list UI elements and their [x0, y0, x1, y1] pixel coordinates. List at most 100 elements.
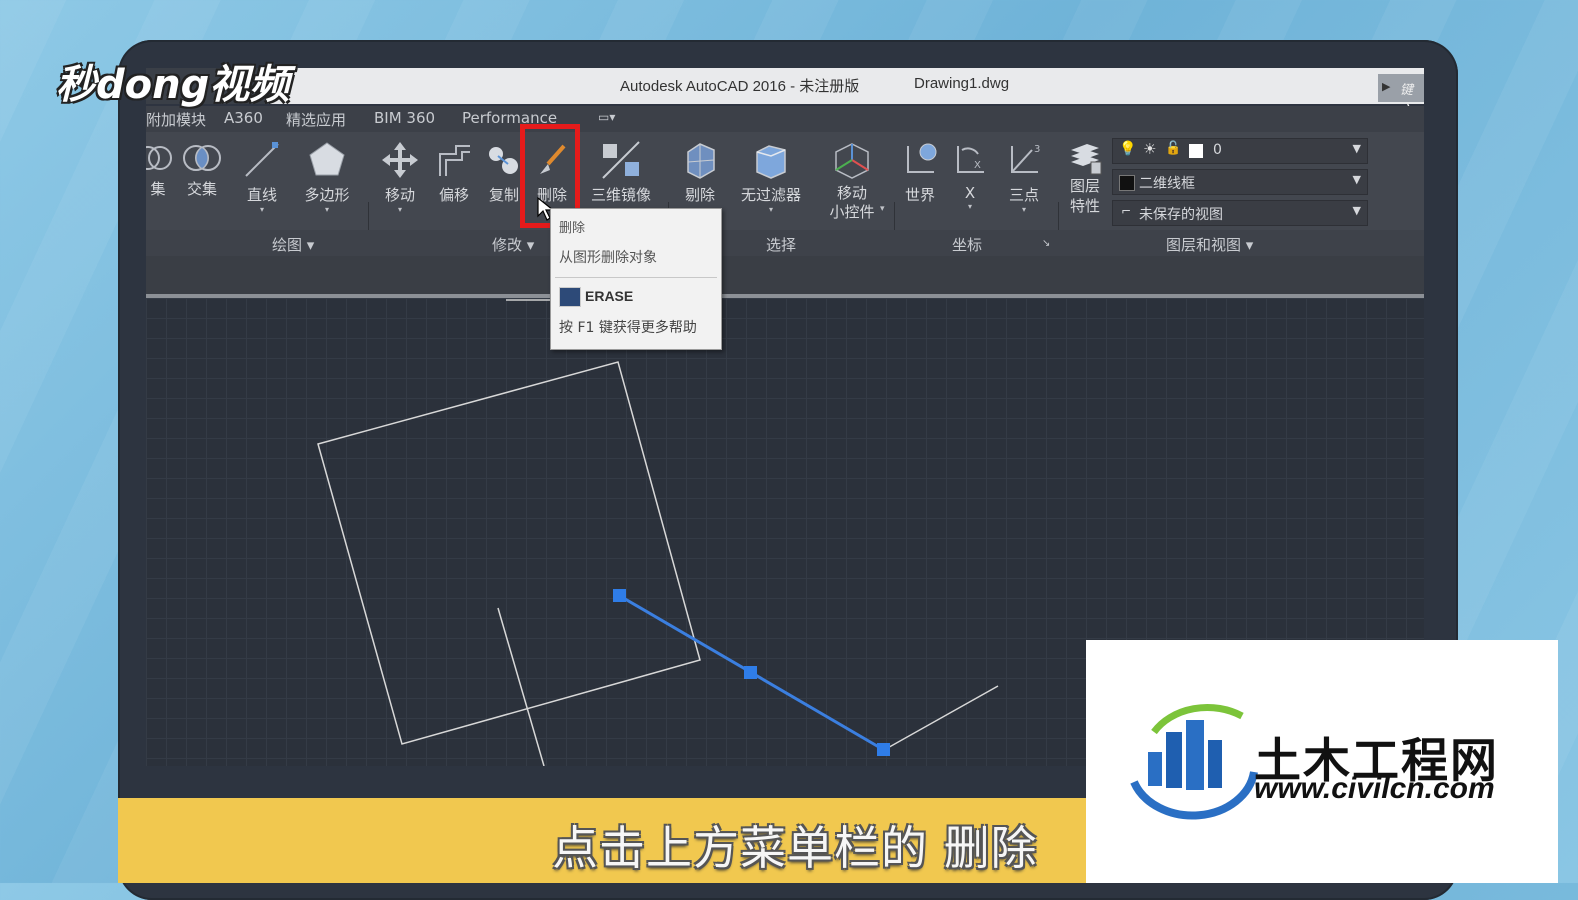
file-tab-strip: [146, 256, 1424, 294]
search-box[interactable]: ▶ 键入: [1378, 74, 1424, 117]
view-dropdown-arrow-icon[interactable]: ▼: [1353, 204, 1361, 217]
offset-button[interactable]: 偏移: [432, 140, 476, 205]
svg-text:X: X: [974, 160, 981, 171]
tab-overflow-dropdown-icon[interactable]: ▭▾: [598, 110, 615, 124]
line-dropdown-icon[interactable]: ▾: [240, 205, 284, 215]
move-dropdown-icon[interactable]: ▾: [378, 205, 422, 215]
layer-props-label-line1: 图层: [1069, 177, 1100, 195]
command-line-icon: [559, 287, 581, 307]
offset-icon: [439, 145, 470, 176]
caption-text: 点击上方菜单栏的 删除: [552, 821, 1038, 875]
gizmo-label-line1: 移动: [836, 184, 867, 202]
world-label: 世界: [904, 186, 935, 204]
video-watermark: 秒dong视频: [56, 62, 290, 108]
no-filter-dropdown-icon[interactable]: ▾: [736, 205, 806, 215]
x-rotate-button[interactable]: X X ▾: [952, 140, 988, 212]
lock-icon[interactable]: 🔓: [1165, 141, 1181, 156]
tooltip-command: ERASE: [585, 288, 634, 304]
sun-icon[interactable]: ☀: [1143, 140, 1156, 158]
line-segment[interactable]: [883, 685, 999, 751]
copy-icon: [489, 147, 518, 174]
lightbulb-icon[interactable]: 💡: [1119, 141, 1136, 157]
rotated-square[interactable]: [317, 361, 701, 745]
layer-properties-button[interactable]: 图层 特性: [1062, 140, 1108, 216]
visual-style-value: 二维线框: [1139, 176, 1195, 192]
site-logo: 土木工程网 www.civilcn.com: [1086, 640, 1558, 883]
group-draw-label: 绘图: [272, 236, 303, 254]
remove-button[interactable]: 剔除: [678, 140, 722, 205]
x-axis-rotate-icon: X: [957, 146, 984, 173]
app-title: Autodesk AutoCAD 2016 - 未注册版: [620, 78, 860, 95]
x-label: X: [964, 184, 976, 202]
layer-color-swatch[interactable]: [1189, 144, 1203, 158]
building-logo-icon: [1130, 703, 1258, 820]
line-icon: [245, 142, 279, 177]
move-button[interactable]: 移动 ▾: [378, 140, 422, 215]
gizmo-icon: [835, 143, 869, 179]
offset-label: 偏移: [438, 186, 469, 204]
line-button[interactable]: 直线 ▾: [240, 140, 284, 215]
line-segment[interactable]: [497, 607, 545, 766]
polygon-dropdown-icon[interactable]: ▾: [300, 205, 354, 215]
visual-style-swatch-icon: [1119, 175, 1135, 191]
mirror3d-icon: [602, 141, 640, 179]
visual-style-dropdown[interactable]: 二维线框 ▼: [1112, 169, 1368, 195]
title-bar: Autodesk AutoCAD 2016 - 未注册版 Drawing1.dw…: [270, 68, 1424, 117]
world-ucs-icon: [907, 143, 937, 173]
polygon-icon: [309, 142, 345, 176]
view-value: 未保存的视图: [1139, 207, 1223, 223]
union-button[interactable]: 集: [146, 142, 172, 199]
tab-addins[interactable]: 附加模块: [146, 109, 206, 130]
group-coordinates-label: 坐标: [952, 236, 983, 254]
no-filter-button[interactable]: 无过滤器 ▾: [736, 140, 806, 215]
tooltip-description: 从图形删除对象: [559, 250, 657, 266]
layer-dropdown[interactable]: 💡 ☀ 🔓 0 ▼: [1112, 138, 1368, 164]
layer-name: 0: [1213, 142, 1222, 158]
file-name: Drawing1.dwg: [914, 75, 1010, 92]
tooltip-divider: [555, 277, 717, 278]
no-filter-label: 无过滤器: [740, 186, 801, 204]
view-dropdown[interactable]: ⌐ 未保存的视图 ▼: [1112, 200, 1368, 226]
group-layers-views[interactable]: 图层和视图 ▾: [1166, 234, 1253, 255]
x-dropdown-icon[interactable]: ▾: [952, 202, 988, 212]
erase-tooltip: 删除 从图形删除对象 ERASE 按 F1 键获得更多帮助: [550, 208, 722, 350]
line-label: 直线: [246, 186, 277, 204]
intersect-button[interactable]: 交集: [180, 142, 224, 199]
tab-a360[interactable]: A360: [224, 109, 263, 127]
polygon-button[interactable]: 多边形 ▾: [300, 140, 354, 215]
gizmo-label-line2: 小控件: [829, 203, 875, 221]
move-arrows-icon: [382, 142, 418, 178]
tab-featured-apps[interactable]: 精选应用: [286, 109, 346, 130]
expand-arrow-icon[interactable]: ▶: [1382, 80, 1390, 93]
grip-mid[interactable]: [744, 666, 757, 679]
grip-end[interactable]: [877, 743, 890, 756]
world-ucs-button[interactable]: 世界: [898, 140, 942, 205]
mirror3d-button[interactable]: 三维镜像: [586, 140, 656, 205]
move-label: 移动: [384, 186, 415, 204]
tooltip-help: 按 F1 键获得更多帮助: [559, 320, 697, 336]
coordinates-dialog-launcher-icon[interactable]: ↘: [1042, 238, 1050, 249]
gizmo-dropdown-icon[interactable]: ▾: [880, 204, 885, 214]
tab-bim360[interactable]: BIM 360: [374, 109, 435, 127]
intersect-icon: [183, 145, 221, 171]
intersect-label: 交集: [186, 180, 217, 198]
svg-text:3: 3: [1034, 144, 1040, 155]
tooltip-title: 删除: [559, 221, 586, 236]
ribbon-group-labels: 绘图 ▾ 修改 ▾ 选择 坐标 ↘ 图层和视图 ▾: [146, 230, 1424, 256]
grip-start[interactable]: [613, 589, 626, 602]
three-point-ucs-button[interactable]: 3 三点 ▾: [1002, 140, 1046, 215]
group-draw[interactable]: 绘图 ▾: [272, 234, 314, 255]
three-point-dropdown-icon[interactable]: ▾: [1002, 205, 1046, 215]
visual-style-dropdown-arrow-icon[interactable]: ▼: [1353, 173, 1361, 186]
ribbon-tabs: 附加模块 A360 精选应用 BIM 360 Performance ▭▾: [146, 106, 1424, 132]
layer-stack-icon: [1071, 144, 1102, 175]
three-point-icon: 3: [1011, 144, 1040, 173]
group-modify[interactable]: 修改 ▾: [492, 234, 534, 255]
caption-bar: 点击上方菜单栏的 删除: [118, 798, 1086, 883]
group-layers-views-label: 图层和视图: [1166, 236, 1242, 254]
remove-label: 剔除: [684, 186, 715, 204]
layer-dropdown-arrow-icon[interactable]: ▼: [1353, 142, 1361, 155]
union-icon: [146, 146, 172, 170]
ribbon-panel: 集 交集 直线 ▾ 多边形 ▾ 移动 ▾ 偏移 复制 删除 三维镜像 剔除 无过…: [146, 132, 1424, 256]
move-gizmo-button[interactable]: 移动 小控件: [822, 140, 882, 222]
